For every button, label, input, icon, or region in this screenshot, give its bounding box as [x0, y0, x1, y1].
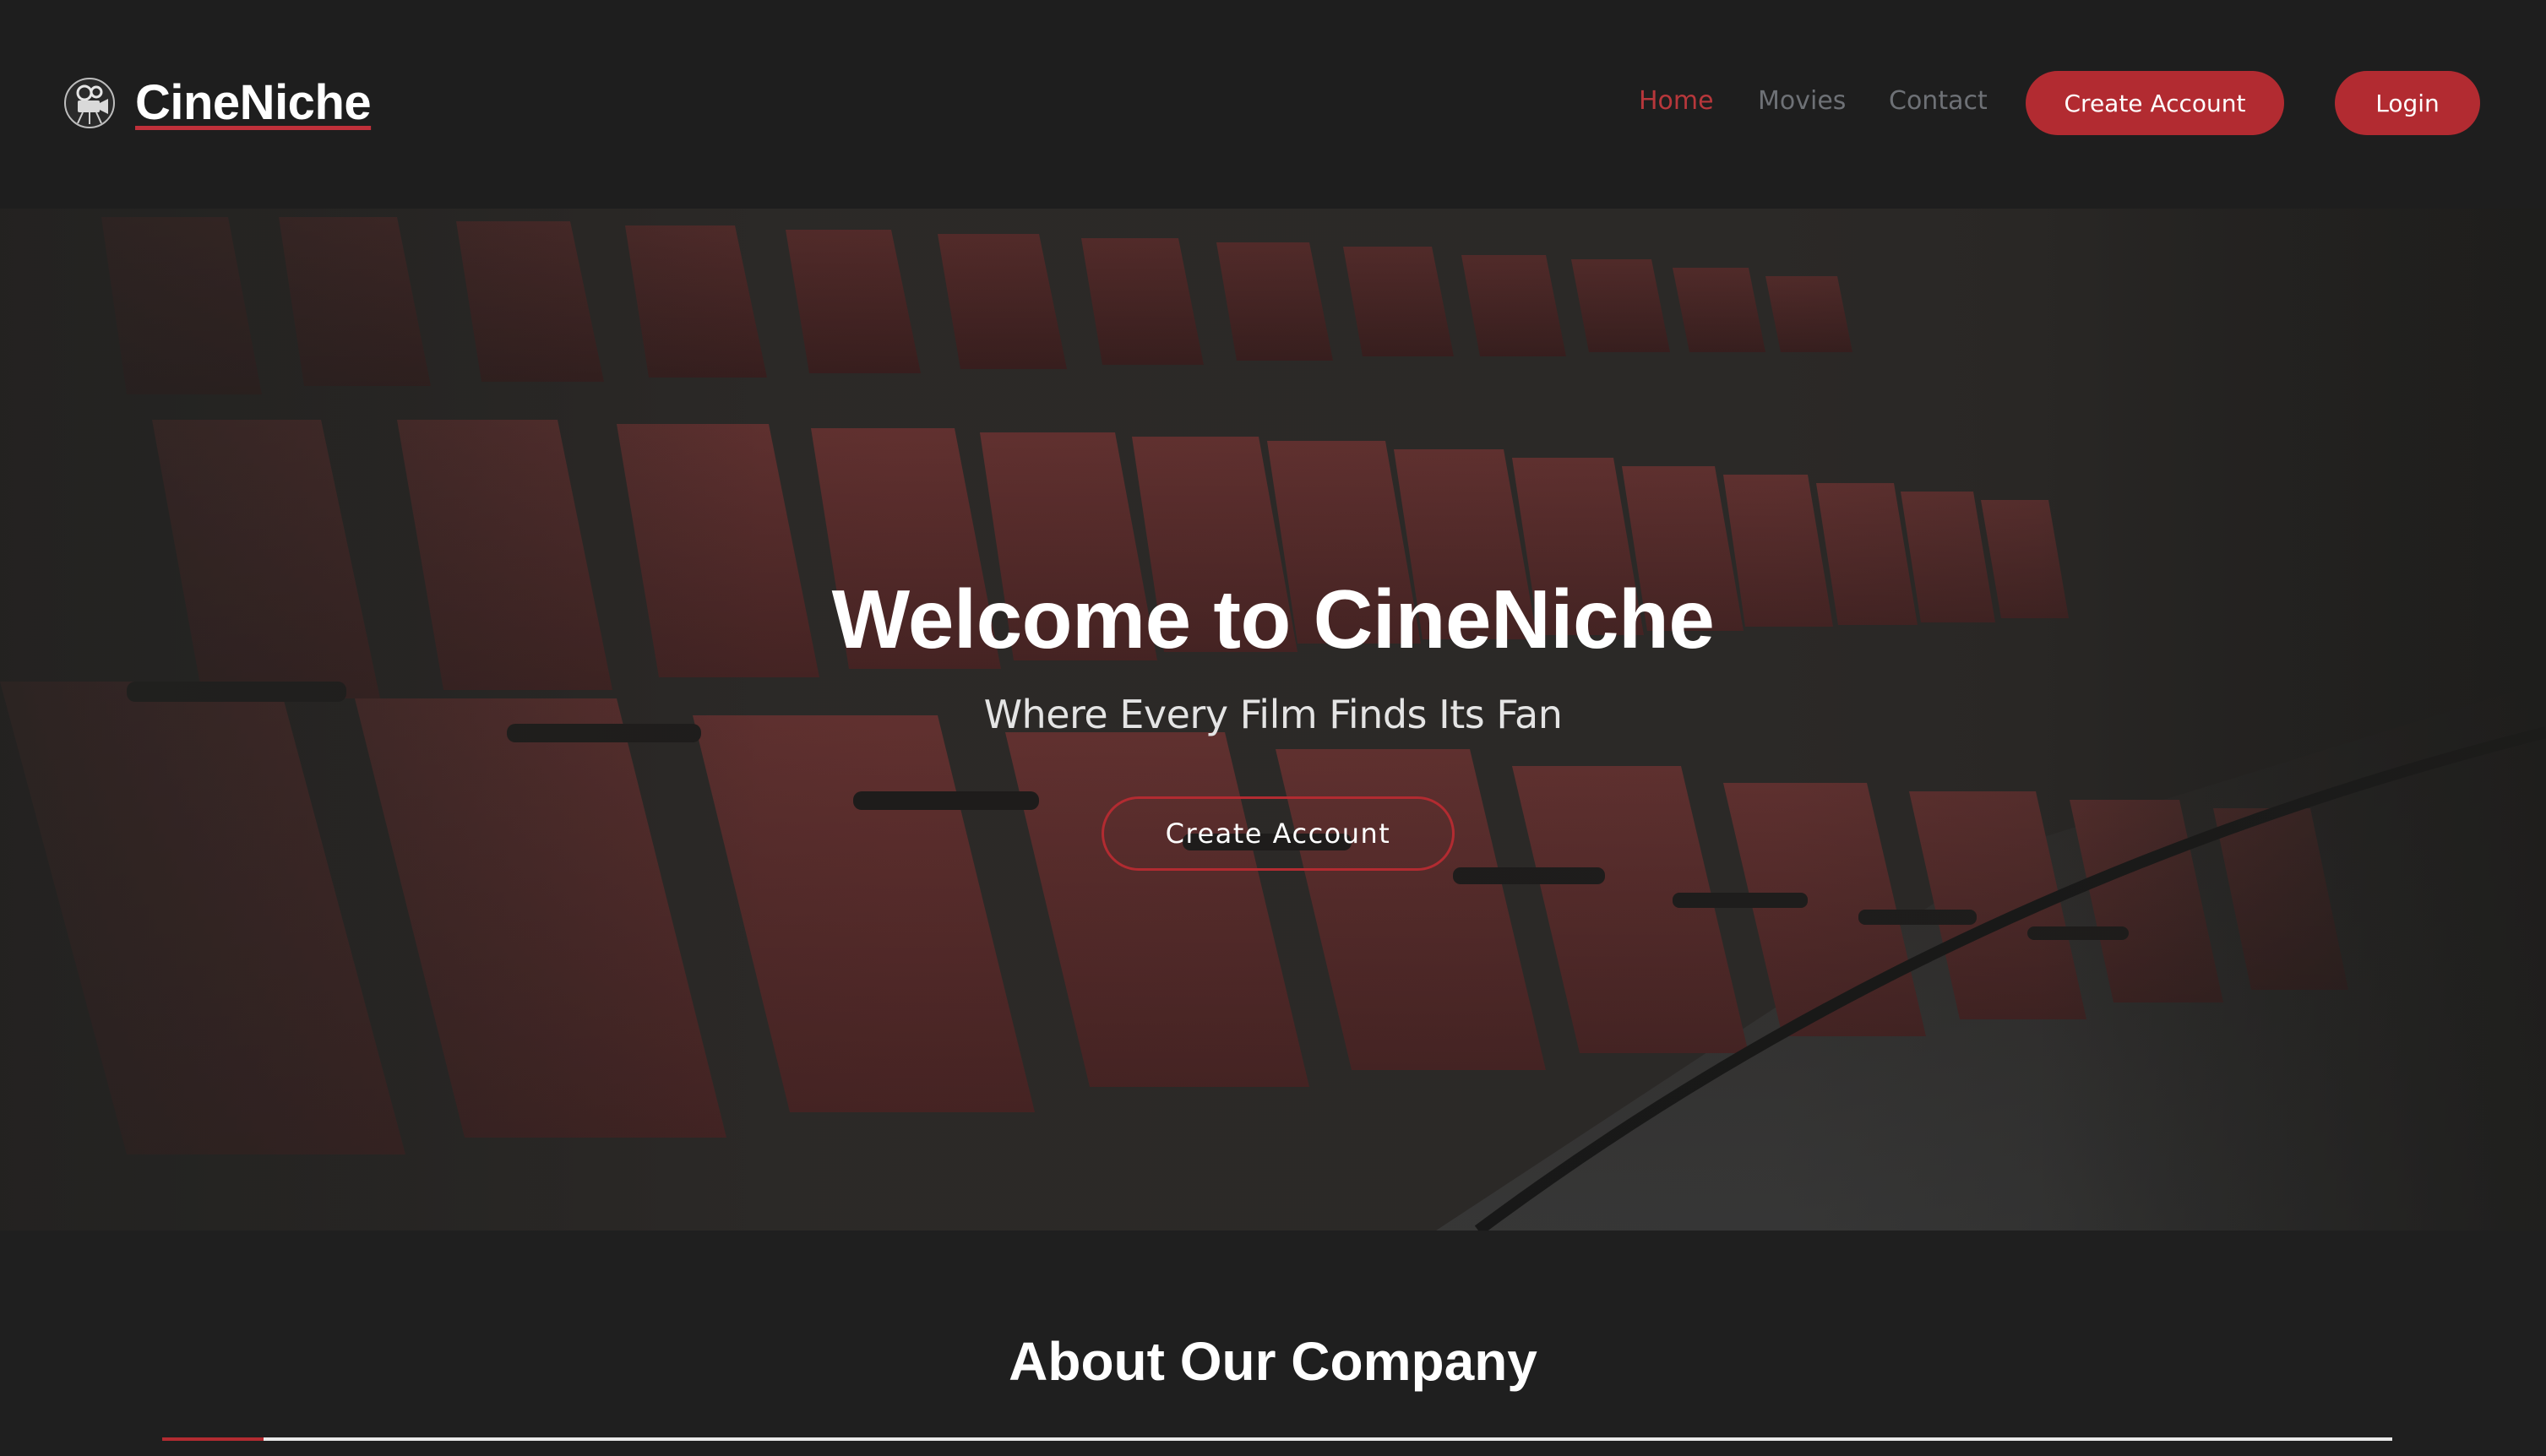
create-account-button[interactable]: Create Account	[2026, 71, 2284, 135]
about-section: About Our Company	[0, 1231, 2546, 1456]
section-divider	[162, 1437, 2392, 1441]
hero-title: Welcome to CineNiche	[831, 573, 1715, 666]
brand-name: CineNiche	[135, 75, 372, 130]
film-camera-icon	[64, 77, 115, 128]
hero-section: Welcome to CineNiche Where Every Film Fi…	[0, 209, 2546, 1231]
navbar: CineNiche Home Movies Contact Create Acc…	[0, 0, 2546, 209]
login-button[interactable]: Login	[2335, 71, 2480, 135]
about-title: About Our Company	[1009, 1331, 1537, 1392]
nav-link-home[interactable]: Home	[1639, 86, 1714, 116]
hero-create-account-button[interactable]: Create Account	[1102, 796, 1455, 871]
section-divider-accent	[162, 1437, 264, 1441]
nav-link-movies[interactable]: Movies	[1758, 86, 1846, 116]
brand-logo-link[interactable]: CineNiche	[63, 74, 372, 131]
hero-subtitle: Where Every Film Finds Its Fan	[983, 692, 1563, 737]
nav-link-contact[interactable]: Contact	[1889, 86, 1988, 116]
